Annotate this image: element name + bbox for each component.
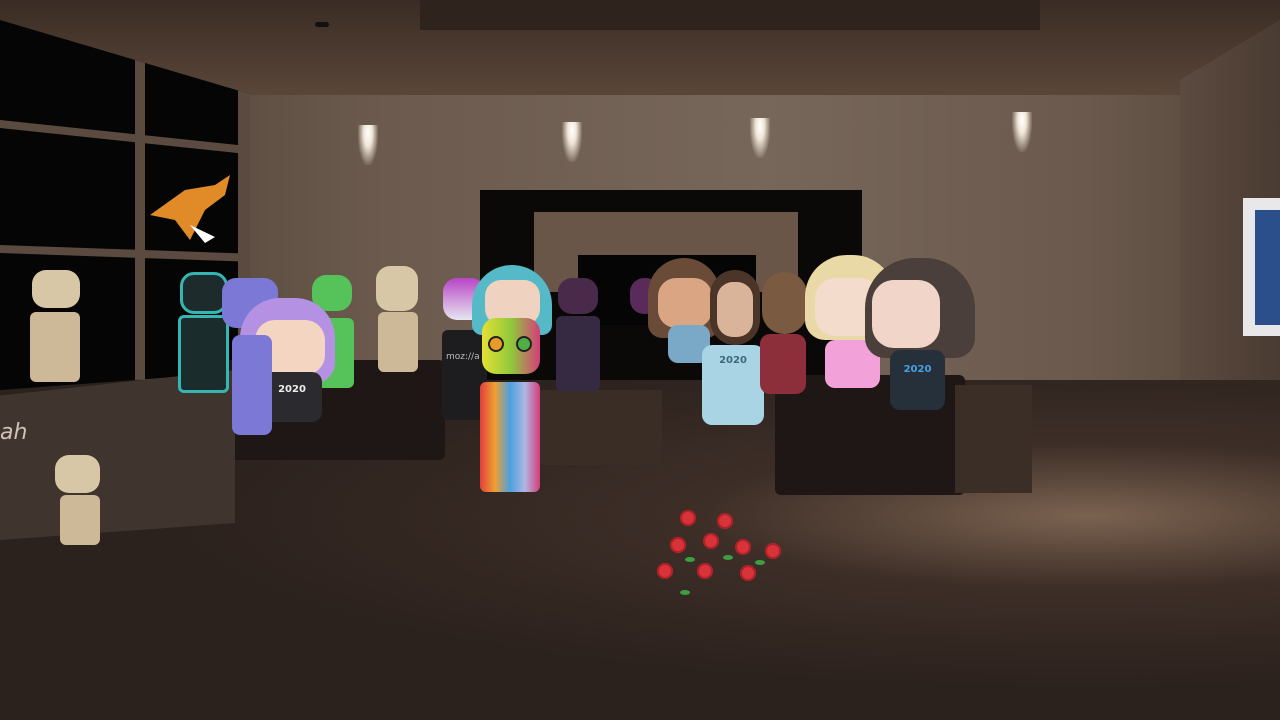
robot-avatar xyxy=(376,266,418,311)
anime-avatar-face xyxy=(872,280,940,348)
coffee-table xyxy=(530,390,662,465)
rose-bouquet xyxy=(655,505,785,605)
anime-avatar-face xyxy=(658,278,712,328)
robot-avatar-body xyxy=(378,312,418,372)
realistic-avatar-head xyxy=(762,272,807,334)
robot-avatar-body xyxy=(178,315,229,393)
side-panel xyxy=(0,370,235,540)
robot-avatar-body xyxy=(60,495,100,545)
wall-light xyxy=(358,125,378,165)
wall-light xyxy=(562,122,582,162)
robot-avatar-body xyxy=(232,335,272,435)
ceiling-recess xyxy=(420,0,1040,30)
avatar-shirt: 2020 xyxy=(890,350,945,410)
robot-avatar-body xyxy=(556,316,600,391)
robot-avatar xyxy=(558,278,598,314)
avatar-shirt xyxy=(760,334,806,394)
fox-avatar xyxy=(150,175,230,243)
robot-avatar xyxy=(55,455,100,493)
panel-label: ah xyxy=(0,420,28,445)
robot-avatar-body xyxy=(480,382,540,492)
robot-screen-text: moz://a xyxy=(446,352,480,362)
side-table xyxy=(955,385,1032,493)
robot-avatar xyxy=(32,270,80,308)
wall-picture-image xyxy=(1255,210,1280,325)
robot-avatar xyxy=(180,272,228,314)
robot-avatar xyxy=(482,318,540,374)
ceiling-light xyxy=(315,22,329,27)
realistic-avatar-face xyxy=(717,282,753,337)
wall-light xyxy=(750,118,770,158)
avatar-shirt: 2020 xyxy=(702,345,764,425)
wall-light xyxy=(1012,112,1032,152)
robot-avatar-body xyxy=(30,312,80,382)
